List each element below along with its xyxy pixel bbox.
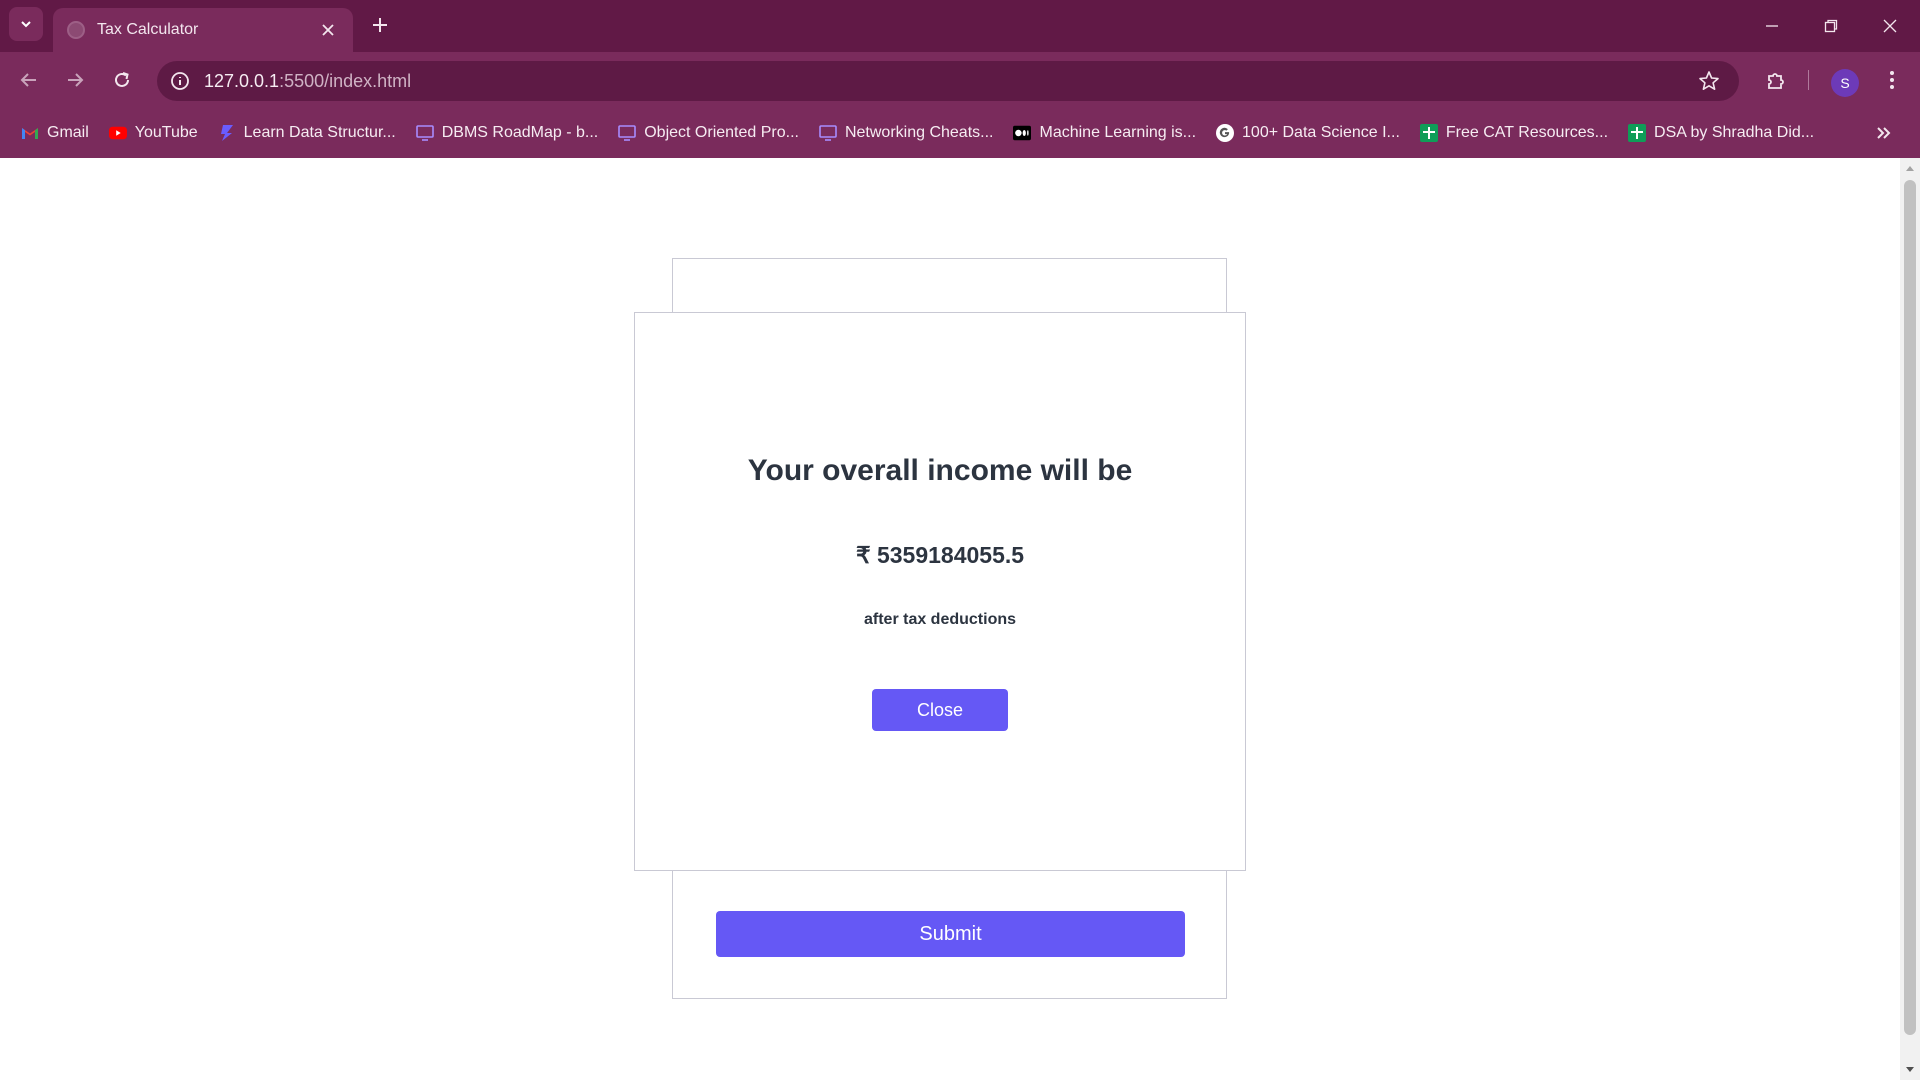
chevron-down-icon [21, 21, 31, 28]
google-icon [1216, 124, 1235, 142]
scroll-down-arrow[interactable] [1904, 1064, 1916, 1076]
bookmarks-overflow-button[interactable] [1868, 117, 1900, 149]
window-close-button[interactable] [1870, 8, 1910, 44]
monitor-icon [819, 124, 837, 142]
bookmark-label: Learn Data Structur... [243, 124, 396, 141]
submit-button[interactable]: Submit [716, 911, 1185, 957]
close-button[interactable]: Close [872, 689, 1008, 731]
result-modal: Your overall income will be ₹ 5359184055… [634, 312, 1246, 871]
tab-title: Tax Calculator [97, 21, 199, 38]
income-amount: ₹ 5359184055.5 [855, 542, 1025, 568]
bookmark-label: 100+ Data Science I... [1242, 124, 1400, 141]
browser-toolbar: 127.0.0.1:5500/index.html [0, 52, 1920, 108]
sheets-icon [1419, 124, 1438, 142]
tab-strip: Tax Calculator [0, 0, 1920, 52]
menu-button[interactable] [1876, 64, 1908, 96]
reload-button[interactable] [106, 64, 138, 96]
bookmark-label: DSA by Shradha Did... [1654, 124, 1815, 141]
bookmarks-bar: Gmail YouTube Learn Data Structur... DBM… [0, 108, 1920, 158]
address-bar[interactable]: 127.0.0.1:5500/index.html [157, 61, 1739, 101]
arrow-logo-icon [218, 124, 236, 142]
toolbar-divider [1808, 70, 1809, 90]
browser-window: Tax Calculator 127.0.0.1:5500/index.html… [0, 0, 1920, 1080]
youtube-icon [108, 124, 127, 142]
more-vert-icon [1890, 71, 1894, 89]
url-host: 127.0.0.1 [204, 70, 280, 91]
bookmark-machine-learning[interactable]: Machine Learning is... [1008, 117, 1201, 149]
scrollbar-thumb[interactable] [1904, 180, 1916, 1035]
modal-subtitle: after tax deductions [863, 611, 1017, 628]
bookmark-learn-data-structures[interactable]: Learn Data Structur... [213, 117, 401, 149]
bookmark-gmail[interactable]: Gmail [16, 117, 94, 149]
bookmark-label: Gmail [47, 124, 89, 141]
bookmark-networking[interactable]: Networking Cheats... [814, 117, 999, 149]
double-chevron-right-icon [1877, 127, 1891, 139]
bookmark-label: DBMS RoadMap - b... [441, 124, 599, 141]
puzzle-icon [1768, 73, 1784, 89]
monitor-icon [415, 124, 434, 142]
medium-icon [1013, 124, 1032, 142]
close-icon [1883, 19, 1897, 33]
close-icon [322, 24, 334, 36]
tab-close-button[interactable] [317, 19, 339, 41]
bookmark-dbms-roadmap[interactable]: DBMS RoadMap - b... [411, 117, 604, 149]
restore-icon [1824, 19, 1838, 33]
arrow-right-icon [68, 73, 84, 87]
monitor-icon [618, 124, 637, 142]
bookmark-label: Networking Cheats... [844, 124, 994, 141]
url-path: :5500/index.html [279, 70, 412, 91]
extensions-button[interactable] [1760, 64, 1792, 96]
url-text: 127.0.0.1:5500/index.html [204, 71, 411, 92]
bookmark-label: Object Oriented Pro... [644, 124, 799, 141]
arrow-left-icon [20, 73, 36, 87]
tab-search-button[interactable] [9, 7, 43, 41]
reload-icon [115, 72, 129, 87]
bookmark-object-oriented[interactable]: Object Oriented Pro... [613, 117, 804, 149]
tab-active[interactable]: Tax Calculator [53, 8, 353, 52]
scroll-up-arrow[interactable] [1904, 162, 1916, 174]
bookmark-label: Free CAT Resources... [1445, 124, 1609, 141]
globe-icon [67, 21, 85, 39]
bookmark-label: Machine Learning is... [1039, 124, 1197, 141]
bookmark-youtube[interactable]: YouTube [104, 117, 203, 149]
star-icon [1699, 71, 1719, 90]
minimize-icon [1766, 25, 1778, 27]
new-tab-button[interactable] [366, 11, 394, 39]
plus-icon [373, 18, 387, 32]
bookmark-data-science[interactable]: 100+ Data Science I... [1211, 117, 1405, 149]
bookmark-star-button[interactable] [1697, 69, 1721, 93]
profile-avatar[interactable]: S [1831, 69, 1859, 97]
restore-button[interactable] [1811, 8, 1851, 44]
forward-button[interactable] [59, 64, 91, 96]
site-info-icon[interactable] [168, 69, 192, 93]
gmail-icon [21, 124, 39, 142]
bookmark-dsa-shradha[interactable]: DSA by Shradha Did... [1623, 117, 1819, 149]
bookmark-label: YouTube [134, 124, 198, 141]
back-button[interactable] [13, 64, 45, 96]
page-scrollbar[interactable] [1900, 158, 1920, 1080]
minimize-button[interactable] [1752, 8, 1792, 44]
sheets-icon [1628, 124, 1647, 142]
modal-title: Your overall income will be [747, 454, 1133, 487]
bookmark-free-cat[interactable]: Free CAT Resources... [1415, 117, 1613, 149]
